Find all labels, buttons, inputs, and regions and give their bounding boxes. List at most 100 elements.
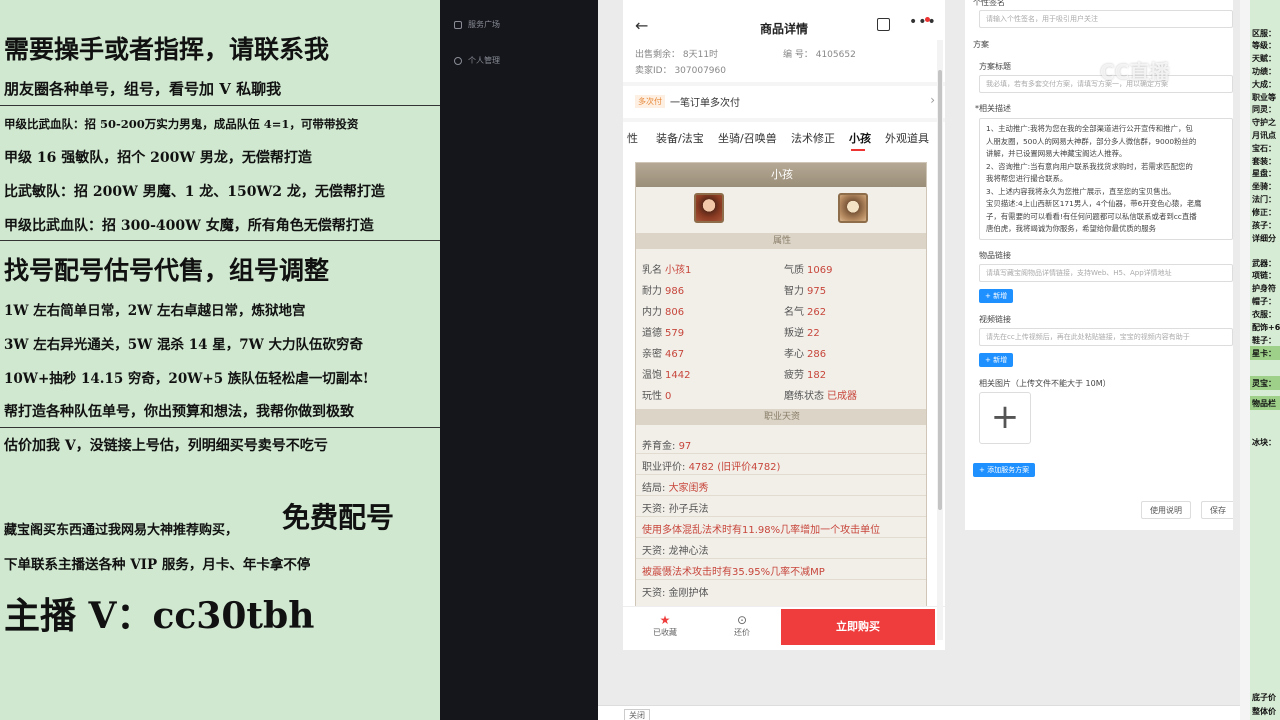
tab-equipment[interactable]: 装备/法宝 bbox=[656, 130, 704, 146]
summary-key: 底子价 bbox=[1252, 693, 1276, 702]
summary-key: 详细分 bbox=[1252, 234, 1276, 243]
streamer-info-panel: 需要操手或者指挥，请联系我 朋友圈各种单号，组号，看号加 V 私聊我 甲级比武血… bbox=[0, 0, 440, 720]
tab-mounts[interactable]: 坐骑/召唤兽 bbox=[718, 130, 777, 146]
talent-1-desc: 使用多体混乱法术时有11.98%几率增加一个攻击单位 bbox=[642, 525, 881, 536]
summary-key: 星卡： bbox=[1252, 349, 1276, 358]
summary-key: 功绩： bbox=[1252, 67, 1276, 76]
grid-icon bbox=[454, 20, 462, 29]
section-profession: 职业天资 bbox=[636, 409, 926, 425]
bargain-icon: ⊙ bbox=[736, 613, 748, 627]
child-avatar-girl[interactable] bbox=[694, 193, 724, 223]
attr-stamina: 耐力 986 bbox=[642, 286, 685, 297]
child-avatar-boy[interactable] bbox=[838, 193, 868, 223]
more-icon[interactable]: ••• bbox=[909, 14, 937, 30]
add-plan-button[interactable]: + 添加服务方案 bbox=[973, 463, 1036, 477]
attr-satiety: 温饱 1442 bbox=[642, 370, 691, 381]
summary-key: 武器： bbox=[1252, 259, 1276, 268]
tab-child[interactable]: 小孩 bbox=[849, 130, 871, 146]
attr-morality: 道德 579 bbox=[642, 328, 685, 339]
multi-pay-text: 一笔订单多次付 bbox=[670, 97, 740, 109]
divider bbox=[623, 82, 945, 86]
summary-key: 守护之 bbox=[1252, 118, 1276, 127]
multi-pay-tag: 多次付 bbox=[635, 94, 665, 108]
add-video-link-button[interactable]: + 新增 bbox=[979, 353, 1014, 367]
seller-id: 卖家ID： 307007960 bbox=[635, 66, 726, 76]
summary-key: 职业等 bbox=[1252, 93, 1276, 102]
item-link-label: 物品链接 bbox=[979, 251, 1011, 260]
attr-rebellion: 叛逆 22 bbox=[784, 328, 820, 339]
description-textarea[interactable]: 1、主动推广:我将为您在我的全部渠道进行公开宣传和推广，包 人朋友圈，500人的… bbox=[979, 118, 1233, 240]
attr-fame: 名气 262 bbox=[784, 307, 827, 318]
notification-dot bbox=[925, 17, 930, 22]
attr-intimacy: 亲密 467 bbox=[642, 349, 685, 360]
info-line: 甲级比武血队：招 50-200万实力男鬼，成品队伍 4=1，可带带投资 bbox=[4, 117, 359, 131]
usage-button[interactable]: 使用说明 bbox=[1141, 501, 1191, 519]
row-divider bbox=[636, 495, 926, 496]
multi-pay-row[interactable]: 多次付 一笔订单多次付 › bbox=[635, 93, 935, 109]
headline-account-service: 找号配号估号代售，组号调整 bbox=[4, 256, 330, 285]
info-line: 甲级比武血队：招 300-400W 女魔，所有角色无偿帮打造 bbox=[4, 218, 374, 234]
top-bar: ← 商品详情 ••• bbox=[623, 12, 945, 42]
info-line: 10W+抽秒 14.15 穷奇，20W+5 族队伍轻松虐一切副本! bbox=[4, 371, 369, 387]
info-line: 1W 左右简单日常，2W 左右卓越日常，炼狱地宫 bbox=[4, 303, 306, 319]
share-icon[interactable] bbox=[877, 18, 890, 31]
preview-scrollbar[interactable] bbox=[937, 40, 943, 640]
row-divider bbox=[636, 537, 926, 538]
summary-key: 衣服： bbox=[1252, 310, 1276, 319]
summary-key: 孩子： bbox=[1252, 221, 1276, 230]
add-item-link-button[interactable]: + 新增 bbox=[979, 289, 1014, 303]
attr-inner-power: 内力 806 bbox=[642, 307, 685, 318]
tab-appearance[interactable]: 外观道具 bbox=[885, 130, 929, 146]
info-line: 估价加我 V，没链接上号估，列明细买号卖号不吃亏 bbox=[4, 438, 328, 454]
info-line: 帮打造各种队伍单号，你出预算和想法，我帮你做到极致 bbox=[4, 404, 354, 420]
video-link-input[interactable]: 请先在cc上传视频后，再在此处粘贴链接，宝宝的视频内容有助于 bbox=[979, 328, 1233, 346]
close-button[interactable]: 关闭 bbox=[624, 709, 650, 720]
headline-free-matching: 免费配号 bbox=[282, 501, 395, 534]
summary-key: 整体价 bbox=[1252, 707, 1276, 716]
prof-ending: 结局: 大家闺秀 bbox=[642, 483, 709, 494]
summary-key: 天赋： bbox=[1252, 54, 1276, 63]
signature-input[interactable]: 请输入个性签名，用于吸引用户关注 bbox=[979, 10, 1233, 28]
page-title: 商品详情 bbox=[759, 22, 808, 36]
upload-image-button[interactable]: + bbox=[979, 392, 1031, 444]
video-link-label: 视频链接 bbox=[979, 315, 1011, 324]
info-line: 藏宝阁买东西通过我网易大神推荐购买， bbox=[4, 523, 239, 538]
summary-key: 等级： bbox=[1252, 41, 1276, 50]
child-card: 小孩 属性 乳名 小孩1 耐力 986 内力 806 道德 579 亲密 467 温饱 14… bbox=[635, 162, 927, 612]
prof-talent-3: 天资: 金刚护体 bbox=[642, 588, 709, 599]
sidebar-item-service-square[interactable]: 服务广场 bbox=[454, 19, 500, 30]
divider bbox=[623, 118, 945, 122]
scrollbar-thumb[interactable] bbox=[938, 70, 942, 510]
section-attributes: 属性 bbox=[636, 233, 926, 249]
summary-key: 星盘： bbox=[1252, 169, 1276, 178]
info-line: 朋友圈各种单号，组号，看号加 V 私聊我 bbox=[4, 80, 282, 98]
prof-talent-1: 天资: 孙子兵法 bbox=[642, 504, 709, 515]
tab-attributes[interactable]: 性 bbox=[627, 130, 638, 146]
signature-label: 个性签名 bbox=[973, 0, 1005, 7]
info-line: 3W 左右异光通关，5W 混杀 14 星，7W 大力队伍砍穷奇 bbox=[4, 337, 363, 353]
item-link-input[interactable]: 请填写藏宝阁物品详情链接，支持Web、H5、App详情地址 bbox=[979, 264, 1233, 282]
attr-temperament: 气质 1069 bbox=[784, 265, 833, 276]
star-icon: ★ bbox=[659, 613, 671, 627]
attr-filial: 孝心 286 bbox=[784, 349, 827, 360]
save-button[interactable]: 保存 bbox=[1201, 501, 1233, 519]
sidebar-item-personal[interactable]: 个人管理 bbox=[454, 55, 500, 66]
contact-wechat: 主播 V：cc30tbh bbox=[4, 595, 315, 637]
summary-key: 项链： bbox=[1252, 271, 1276, 280]
buy-now-button[interactable]: 立即购买 bbox=[781, 609, 935, 645]
bargain-button[interactable]: ⊙ 还价 bbox=[712, 613, 772, 638]
summary-key: 护身符 bbox=[1252, 284, 1276, 293]
images-label: 相关图片（上传文件不能大于 10M） bbox=[979, 379, 1111, 388]
favorite-button[interactable]: ★ 已收藏 bbox=[635, 613, 695, 638]
description-label: *相关描述 bbox=[975, 104, 1011, 113]
card-header: 小孩 bbox=[636, 163, 926, 187]
tab-spell-modify[interactable]: 法术修正 bbox=[791, 130, 835, 146]
summary-key: 帽子： bbox=[1252, 297, 1276, 306]
summary-key: 大成： bbox=[1252, 80, 1276, 89]
talent-2-desc: 被震慑法术攻击时有35.95%几率不减MP bbox=[642, 567, 825, 578]
chevron-right-icon: › bbox=[930, 93, 935, 107]
service-plan-form: 个性签名 请输入个性签名，用于吸引用户关注 方案 方案标题 我必填，若有多套交付… bbox=[965, 0, 1233, 530]
active-tab-underline bbox=[851, 149, 865, 151]
divider bbox=[0, 240, 440, 241]
info-line: 比武敏队：招 200W 男魔、1 龙、150W2 龙，无偿帮打造 bbox=[4, 184, 385, 200]
